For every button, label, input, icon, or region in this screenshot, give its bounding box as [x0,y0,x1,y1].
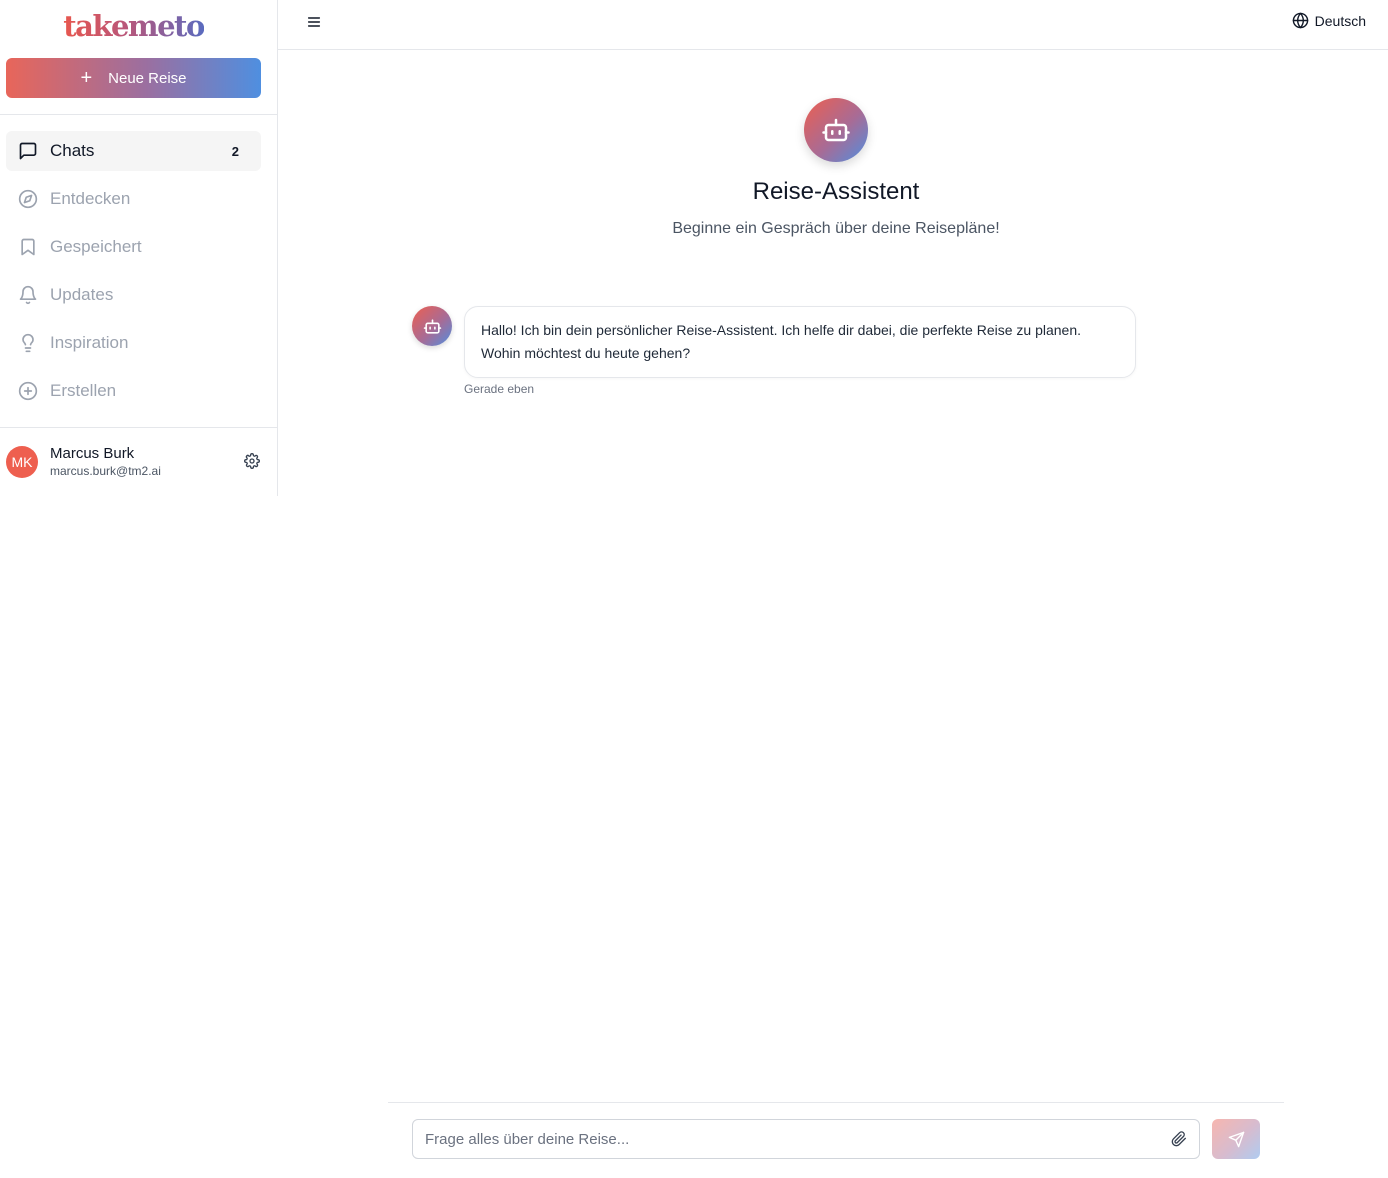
gear-icon[interactable] [244,453,262,471]
sidebar-item-label: Erstellen [50,381,117,400]
menu-icon[interactable] [306,14,322,30]
send-icon [1228,1131,1244,1147]
new-trip-button[interactable]: + Neue Reise [6,58,261,98]
language-selector[interactable]: Deutsch [1292,12,1366,29]
sidebar-item-label: Updates [50,285,114,304]
chats-count-badge: 2 [231,143,239,159]
page-title: Reise-Assistent [752,178,920,205]
bot-avatar [412,306,452,346]
bell-icon [18,285,38,305]
bookmark-icon [18,237,38,257]
assistant-hero-avatar [804,98,868,162]
send-button[interactable] [1212,1119,1260,1159]
sidebar-divider [0,114,277,115]
page-subtitle: Beginne ein Gespräch über deine Reiseplä… [672,220,1000,237]
sidebar: takemeto + Neue Reise Chats 2 Entdecken … [0,0,278,496]
compass-icon [18,189,38,209]
sidebar-item-chats[interactable]: Chats 2 [6,131,261,171]
sidebar-item-gespeichert[interactable]: Gespeichert [6,227,261,267]
plus-icon: + [80,67,93,89]
message-timestamp: Gerade eben [464,382,535,396]
plus-circle-icon [18,381,38,401]
composer-divider [388,1102,1284,1103]
language-label: Deutsch [1314,12,1366,29]
message-input[interactable] [413,1120,1163,1158]
bot-icon [423,318,441,334]
sidebar-item-erstellen[interactable]: Erstellen [6,371,261,411]
top-bar: Deutsch [278,0,1388,50]
new-trip-label: Neue Reise [108,69,187,87]
globe-icon [1292,12,1308,29]
sidebar-nav: Chats 2 Entdecken Gespeichert Updates In… [6,131,261,419]
user-email: marcus.burk@tm2.ai [50,464,161,478]
sidebar-item-label: Entdecken [50,189,131,208]
paperclip-icon[interactable] [1171,1131,1187,1147]
sidebar-item-label: Inspiration [50,333,129,352]
lightbulb-icon [18,333,38,353]
sidebar-divider [0,427,277,428]
app-logo[interactable]: takemeto [0,6,267,46]
chat-message-bubble: Hallo! Ich bin dein persönlicher Reise-A… [464,306,1136,378]
sidebar-item-entdecken[interactable]: Entdecken [6,179,261,219]
sidebar-item-inspiration[interactable]: Inspiration [6,323,261,363]
user-name: Marcus Burk [50,445,135,462]
avatar[interactable]: MK [6,446,38,478]
message-input-field [412,1119,1200,1159]
user-profile[interactable]: MK Marcus Burk marcus.burk@tm2.ai [6,444,266,480]
sidebar-item-label: Gespeichert [50,237,142,256]
sidebar-item-label: Chats [50,141,95,160]
bot-icon [822,118,850,142]
sidebar-item-updates[interactable]: Updates [6,275,261,315]
message-square-icon [18,141,38,161]
